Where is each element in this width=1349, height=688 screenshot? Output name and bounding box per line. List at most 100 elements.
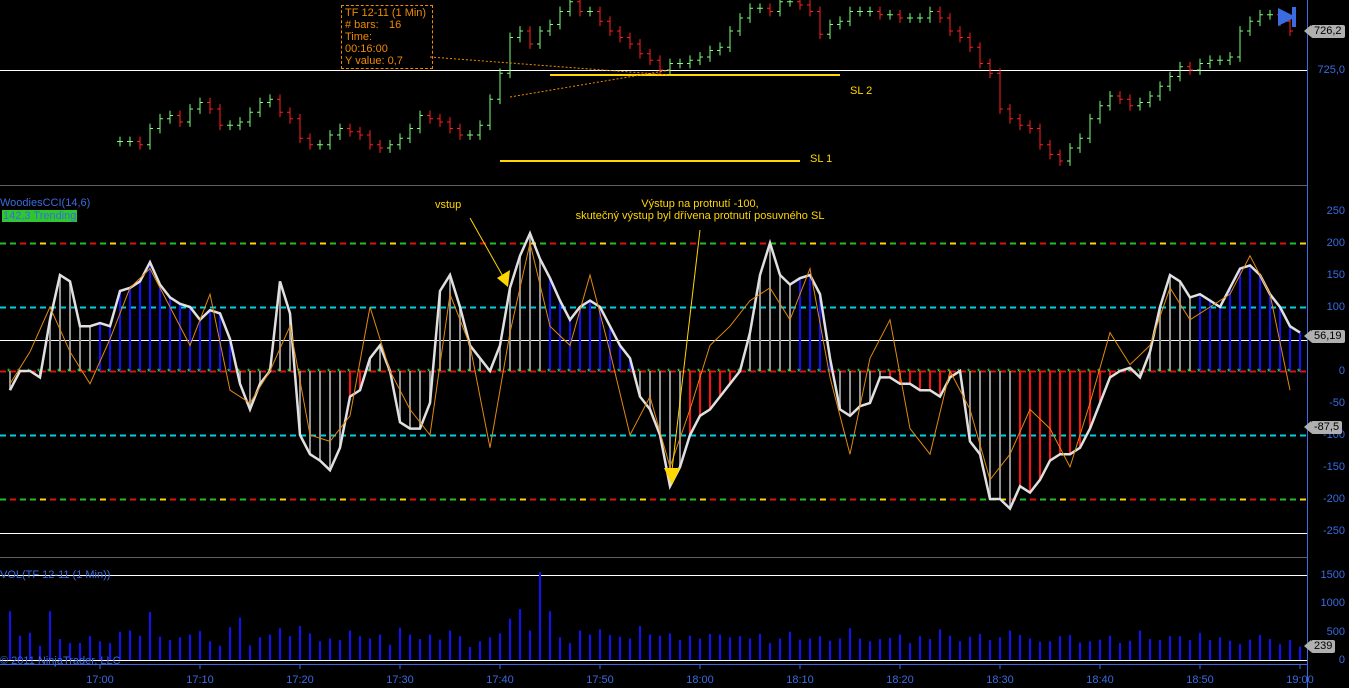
tooltip-time-label: Time: (345, 31, 373, 43)
zero-line-marker: * (247, 367, 251, 377)
price-bar (1207, 55, 1213, 69)
time-axis-tick: 17:30 (386, 674, 414, 686)
time-axis-tick: 17:40 (486, 674, 514, 686)
zero-line-marker: * (667, 367, 671, 377)
price-bar (897, 9, 903, 23)
zero-line-marker: * (577, 367, 581, 377)
price-bar (1217, 55, 1223, 66)
zero-line-marker: * (347, 367, 351, 377)
price-bar (687, 55, 693, 69)
zero-line-marker: * (847, 367, 851, 377)
price-bar (1257, 9, 1263, 27)
zero-line-marker: * (467, 367, 471, 377)
volume-axis-tick: 1000 (1320, 597, 1345, 610)
price-bar (307, 133, 313, 150)
zero-line-marker: * (407, 367, 411, 377)
price-bar (317, 139, 323, 150)
price-bar (937, 6, 943, 23)
zero-line-marker: * (1287, 367, 1291, 377)
price-bar (347, 123, 353, 137)
chart-canvas[interactable]: * * * * * * * * * * * * * * * * * * * * * * * * * * * * * * * * * * * * * * * *… (0, 0, 1349, 688)
entry-label: vstup (435, 199, 462, 211)
tooltip-time-value: 00:16:00 (345, 43, 388, 55)
zero-line-marker: * (137, 367, 141, 377)
zero-line-marker: * (147, 367, 151, 377)
cci-axis-tick: 100 (1326, 301, 1345, 313)
cci-axis-tick: -150 (1322, 461, 1345, 473)
zero-line-marker: * (797, 367, 801, 377)
entry-arrow-line (469, 217, 506, 281)
zero-line-marker: * (1237, 367, 1241, 377)
volume-axis-tick: 0 (1338, 654, 1345, 666)
exit-arrow-line (671, 229, 701, 471)
zero-line-marker: * (687, 367, 691, 377)
time-axis-tick: 18:00 (686, 674, 714, 686)
price-bar (557, 6, 563, 30)
zero-line-marker: * (167, 367, 171, 377)
zero-line-marker: * (717, 367, 721, 377)
price-bar (847, 6, 853, 27)
price-bar (767, 3, 773, 17)
price-bar (547, 19, 553, 36)
zero-line-marker: * (1057, 367, 1061, 377)
zero-line-marker: * (107, 367, 111, 377)
zero-line-marker: * (967, 367, 971, 377)
price-bar (477, 120, 483, 140)
zero-line-marker: * (117, 367, 121, 377)
copyright: © 2011 NinjaTrader, LLC (0, 655, 121, 667)
price-bar (1127, 94, 1133, 111)
last-volume-marker: 239 (1303, 640, 1336, 653)
price-bar (817, 6, 823, 40)
price-bar (217, 104, 223, 131)
zero-line-marker: * (607, 367, 611, 377)
price-bar (757, 3, 763, 14)
zero-line-marker: * (517, 367, 521, 377)
price-bar (337, 123, 343, 140)
cci-axis-tick: 200 (1326, 237, 1345, 249)
price-bar (1037, 123, 1043, 150)
price-bar (467, 130, 473, 140)
zero-line-marker: * (1257, 367, 1261, 377)
zero-line-marker: * (187, 367, 191, 377)
price-bar (807, 0, 813, 17)
price-bar (507, 32, 513, 79)
price-bar (957, 26, 963, 43)
time-axis-tick: 18:30 (986, 674, 1014, 686)
price-bar (617, 26, 623, 43)
zero-line-marker: * (1037, 367, 1041, 377)
price-bar (1157, 81, 1163, 101)
price-bar (707, 45, 713, 62)
zero-line-marker: * (57, 367, 61, 377)
price-bar (387, 139, 393, 153)
zero-line-marker: * (47, 367, 51, 377)
price-tick: 725,0 (1317, 64, 1345, 76)
zero-line-marker: * (707, 367, 711, 377)
price-bar (267, 94, 273, 108)
zero-line-marker: * (927, 367, 931, 377)
zero-line-marker: * (1027, 367, 1031, 377)
time-axis-tick: 17:10 (186, 674, 214, 686)
time-axis-tick: 17:00 (86, 674, 114, 686)
volume-axis-tick: 1500 (1320, 569, 1345, 581)
price-bar (167, 110, 173, 124)
last-turbo-marker: -87,5 (1303, 421, 1343, 434)
zero-line-marker: * (1067, 367, 1071, 377)
zero-line-marker: * (197, 367, 201, 377)
zero-line-marker: * (997, 367, 1001, 377)
zero-line-marker: * (757, 367, 761, 377)
price-bar (787, 0, 793, 7)
price-bar (227, 120, 233, 131)
price-bar (237, 117, 243, 131)
zero-line-marker: * (807, 367, 811, 377)
zero-line-marker: * (1177, 367, 1181, 377)
zero-line-marker: * (907, 367, 911, 377)
price-bar (597, 6, 603, 27)
volume-axis-tick: 500 (1326, 625, 1345, 638)
price-bar (1137, 97, 1143, 111)
zero-line-marker: * (977, 367, 981, 377)
zero-line-marker: * (127, 367, 131, 377)
price-bar (447, 117, 453, 134)
price-bar (177, 110, 183, 127)
zero-line-marker: * (1197, 367, 1201, 377)
zero-line-marker: * (857, 367, 861, 377)
